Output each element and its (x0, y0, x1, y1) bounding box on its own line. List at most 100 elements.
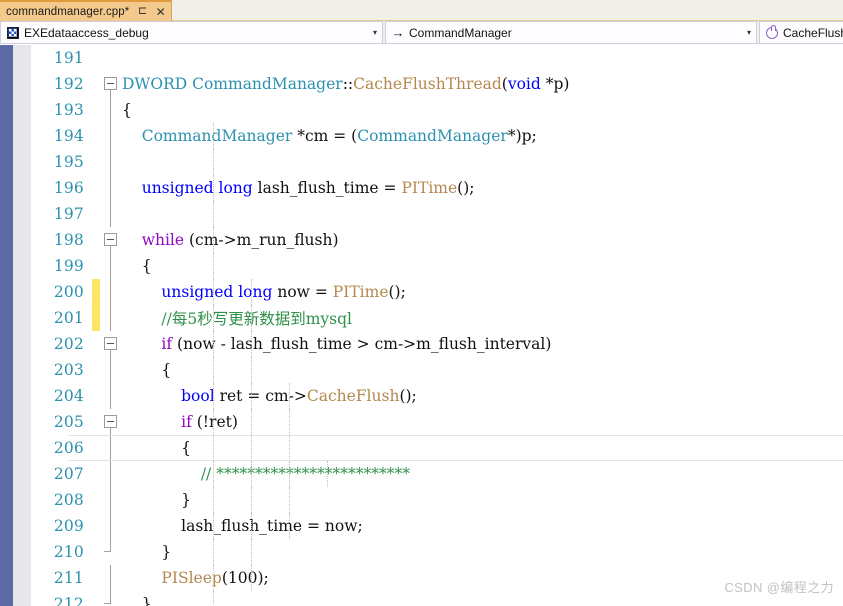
document-tab-commandmanager[interactable]: commandmanager.cpp* ⊐ ✕ (0, 0, 172, 21)
code-line[interactable]: 191 (31, 45, 843, 71)
editor-indicator-margin[interactable] (13, 45, 31, 606)
indent-guide (251, 435, 252, 461)
code-text[interactable]: // ************************* (122, 461, 843, 487)
code-text[interactable]: } (122, 539, 843, 565)
code-line[interactable]: 200 unsigned long now = PITime (); (31, 279, 843, 305)
indent-guide (251, 305, 252, 331)
collapse-minus-icon[interactable] (104, 337, 117, 350)
outlining-column[interactable] (100, 201, 122, 227)
document-tab-strip: commandmanager.cpp* ⊐ ✕ (0, 0, 843, 21)
code-text[interactable]: unsigned long lash_flush_time = PITime()… (122, 175, 843, 201)
code-lines-container[interactable]: 191 192 DWORD CommandManager:: CacheFlushTh… (31, 45, 843, 606)
outlining-column[interactable] (100, 513, 122, 539)
outlining-column[interactable] (100, 539, 122, 565)
project-dropdown[interactable]: EXEdataaccess_debug ▾ (0, 21, 383, 44)
collapse-minus-icon[interactable] (104, 77, 117, 90)
pin-icon[interactable]: ⊐ (138, 5, 147, 17)
outlining-column[interactable] (100, 149, 122, 175)
outlining-column[interactable] (100, 461, 122, 487)
code-line[interactable]: 192 DWORD CommandManager:: CacheFlushThrea… (31, 71, 843, 97)
code-text[interactable]: { (122, 97, 843, 123)
change-indicator-bar (92, 123, 100, 149)
code-line[interactable]: 205 if (!ret) (31, 409, 843, 435)
outlining-column[interactable] (100, 409, 122, 435)
code-text[interactable]: if (now - lash_flush_time > cm->m_flush_… (122, 331, 843, 357)
code-text[interactable] (122, 201, 843, 227)
collapse-minus-icon[interactable] (104, 415, 117, 428)
outlining-column[interactable] (100, 383, 122, 409)
code-editor[interactable]: 191 192 DWORD CommandManager:: CacheFlushTh… (0, 45, 843, 606)
code-line[interactable]: 209 lash_flush_time = now; (31, 513, 843, 539)
code-line[interactable]: 206 { (31, 435, 843, 461)
member-dropdown[interactable]: CacheFlush (759, 21, 843, 44)
code-token: PITime (332, 283, 389, 301)
code-text[interactable]: while (cm->m_run_flush) (122, 227, 843, 253)
outlining-vertical-line (110, 461, 111, 487)
line-number: 201 (53, 309, 84, 327)
code-text[interactable] (122, 149, 843, 175)
code-line[interactable]: 194 CommandManager *cm = (CommandManager… (31, 123, 843, 149)
code-text[interactable]: if (!ret) (122, 409, 843, 435)
code-line[interactable]: 197 (31, 201, 843, 227)
outlining-column[interactable] (100, 227, 122, 253)
code-token: PISleep (122, 569, 222, 587)
code-token: 100 (227, 569, 258, 587)
code-line[interactable]: 198 while (cm->m_run_flush) (31, 227, 843, 253)
visual-studio-editor-window: commandmanager.cpp* ⊐ ✕ EXEdataaccess_de… (0, 0, 843, 606)
outlining-column[interactable] (100, 591, 122, 606)
code-line[interactable]: 202 if (now - lash_flush_time > cm->m_fl… (31, 331, 843, 357)
code-text[interactable]: unsigned long now = PITime (); (122, 279, 843, 305)
outlining-column[interactable] (100, 175, 122, 201)
code-line[interactable]: 210 } (31, 539, 843, 565)
code-line[interactable]: 211 PISleep(100); (31, 565, 843, 591)
code-text[interactable]: { (122, 435, 843, 461)
close-icon[interactable]: ✕ (156, 6, 166, 18)
code-token: now = (272, 283, 333, 301)
chevron-down-icon[interactable]: ▾ (368, 28, 382, 37)
code-token: if (122, 335, 173, 353)
change-indicator-bar (92, 539, 100, 565)
outlining-column[interactable] (100, 123, 122, 149)
code-text[interactable]: { (122, 357, 843, 383)
outlining-column[interactable] (100, 253, 122, 279)
code-line[interactable]: 204 bool ret = cm-> CacheFlush (); (31, 383, 843, 409)
scope-dropdown-label: CommandManager (409, 25, 512, 40)
outlining-column[interactable] (100, 357, 122, 383)
code-text[interactable] (122, 45, 843, 71)
outlining-column[interactable] (100, 435, 122, 461)
outlining-vertical-line (110, 253, 111, 279)
outlining-column[interactable] (100, 71, 122, 97)
code-line[interactable]: 207 // ************************* (31, 461, 843, 487)
outlining-column[interactable] (100, 487, 122, 513)
chevron-down-icon[interactable]: ▾ (742, 28, 756, 37)
outlining-column[interactable] (100, 45, 122, 71)
indent-guide (289, 513, 290, 539)
code-text[interactable]: //每5秒写更新数据到mysql (122, 305, 843, 331)
code-text[interactable]: bool ret = cm-> CacheFlush (); (122, 383, 843, 409)
outlining-column[interactable] (100, 97, 122, 123)
outlining-column[interactable] (100, 565, 122, 591)
code-text[interactable]: CommandManager *cm = (CommandManager *)p; (122, 123, 843, 149)
editor-selection-margin[interactable] (0, 45, 13, 606)
code-text[interactable]: } (122, 487, 843, 513)
outlining-column[interactable] (100, 305, 122, 331)
indent-guide (327, 461, 328, 487)
line-number: 207 (53, 465, 84, 483)
code-line[interactable]: 195 (31, 149, 843, 175)
code-text[interactable]: { (122, 253, 843, 279)
code-token: void (507, 75, 541, 93)
code-line[interactable]: 208 } (31, 487, 843, 513)
outlining-column[interactable] (100, 279, 122, 305)
code-line[interactable]: 203 { (31, 357, 843, 383)
collapse-minus-icon[interactable] (104, 233, 117, 246)
code-line[interactable]: 199 { (31, 253, 843, 279)
code-line[interactable]: 193 { (31, 97, 843, 123)
outlining-column[interactable] (100, 331, 122, 357)
code-text[interactable]: lash_flush_time = now; (122, 513, 843, 539)
code-line[interactable]: 196 unsigned long lash_flush_time = PITi… (31, 175, 843, 201)
scope-dropdown[interactable]: → CommandManager ▾ (385, 21, 757, 44)
code-token: { (122, 101, 132, 119)
code-line[interactable]: 212 } (31, 591, 843, 606)
code-line[interactable]: 201 //每5秒写更新数据到mysql (31, 305, 843, 331)
code-text[interactable]: DWORD CommandManager:: CacheFlushThread(v… (122, 71, 843, 97)
